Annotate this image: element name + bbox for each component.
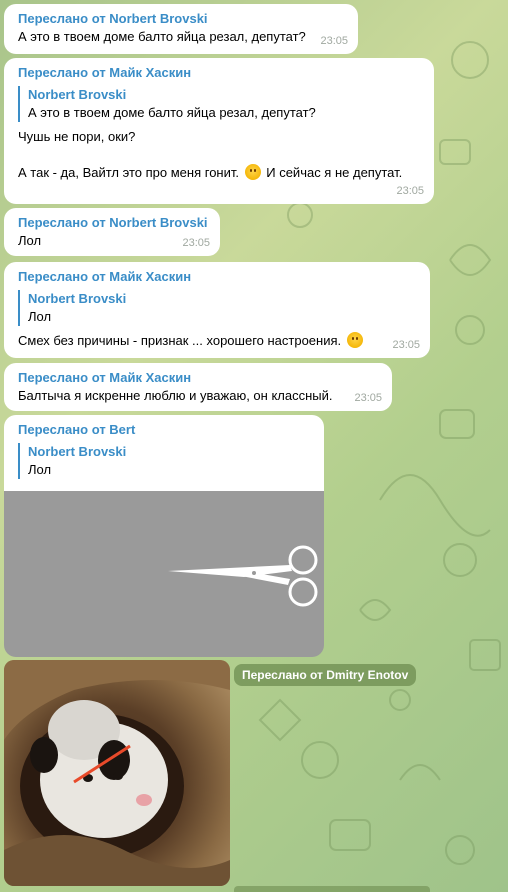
message-bubble[interactable]: Переслано от Norbert Brovski Лол 23:05 [4, 208, 220, 256]
forwarded-from-label[interactable]: Переслано от Norbert Brovski [18, 10, 346, 28]
forwarded-from-label[interactable]: Переслано от Майк Хаскин [18, 64, 422, 82]
message-time: 23:05 [182, 237, 210, 249]
reply-quote[interactable]: Norbert Brovski Лол [18, 443, 312, 479]
forwarded-from-label[interactable]: Переслано от Norbert Brovski [18, 214, 208, 232]
message-bubble[interactable]: Переслано от Bert Norbert Brovski Лол [4, 415, 324, 495]
forwarded-from-label[interactable]: Переслано от Bert [18, 421, 312, 439]
smiley-emoji-icon [244, 164, 261, 180]
reply-author: Norbert Brovski [28, 444, 127, 459]
message-text: Балтыча я искренне люблю и уважаю, он кл… [18, 388, 333, 403]
message-time: 23:05 [392, 339, 420, 351]
message-time: 23:05 [320, 35, 348, 47]
reply-text: Лол [28, 462, 52, 477]
message-text: И сейчас я не депутат. [266, 165, 403, 180]
message-text-line: А так - да, Вайтл это про меня гонит. И … [18, 164, 422, 182]
message-text: Смех без причины - признак ... хорошего … [18, 333, 342, 348]
message-bubble[interactable]: Переслано от Майк Хаскин Norbert Brovski… [4, 58, 434, 204]
message-text: А это в твоем доме балто яйца резал, деп… [18, 29, 306, 44]
opossum-photo[interactable] [4, 660, 230, 886]
forwarded-from-label[interactable]: Переслано от Майк Хаскин [18, 369, 380, 387]
reply-quote[interactable]: Norbert Brovski Лол [18, 290, 418, 326]
forwarded-from-label[interactable]: Переслано от Dmitry Enotov [234, 664, 417, 686]
reply-author: Norbert Brovski [28, 291, 127, 306]
reply-text: Лол [28, 309, 52, 324]
reply-author: Norbert Brovski [28, 87, 127, 102]
forwarded-from-label[interactable]: Переслано от Майк Хаскин [18, 268, 418, 286]
opossum-image [4, 660, 230, 886]
message-bubble[interactable]: Переслано от Майк Хаскин Балтыча я искре… [4, 363, 392, 411]
message-time: 23:05 [396, 185, 424, 197]
scissors-icon [168, 545, 318, 607]
message-text: Чушь не пори, оки? [18, 129, 136, 144]
message-time: 23:05 [354, 392, 382, 404]
reply-text: А это в твоем доме балто яйца резал, деп… [28, 105, 316, 120]
message-bubble[interactable]: Переслано от Майк Хаскин Norbert Brovski… [4, 262, 430, 358]
reply-quote[interactable]: Norbert Brovski А это в твоем доме балто… [18, 86, 422, 122]
sticker-media[interactable] [4, 491, 324, 657]
smiley-emoji-icon [346, 332, 363, 348]
message-text: Лол [18, 233, 42, 248]
message-text: А так - да, Вайтл это про меня гонит. [18, 165, 239, 180]
next-message-edge [234, 886, 430, 892]
message-bubble[interactable]: Переслано от Norbert Brovski А это в тво… [4, 4, 358, 54]
